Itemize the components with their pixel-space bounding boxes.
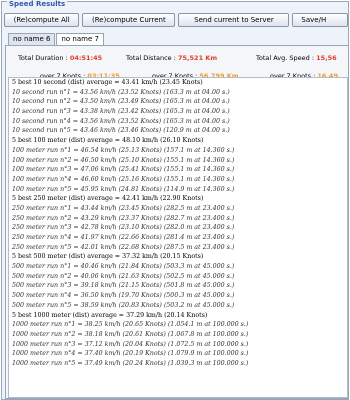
results-run-line: 250 meter run n°4 = 41.97 km/h (22.66 Kn…: [12, 234, 235, 241]
results-run-line: 250 meter run n°1 = 43.44 km/h (23.45 Kn…: [12, 204, 235, 212]
results-run-line: 10 second run n°4 = 43.56 km/h (23.52 Kn…: [12, 117, 230, 125]
tab-content: Total Duration : 04:51:45 Total Distance…: [5, 45, 349, 399]
results-run-line: 1000 meter run n°3 = 37.12 km/h (20.04 K…: [12, 340, 249, 348]
results-run-line: 100 meter run n°5 = 45.95 km/h (24.81 Kn…: [12, 185, 235, 193]
speed-results-panel: Speed Results (Re)compute All (Re)comput…: [1, 0, 349, 400]
toolbar: (Re)compute All (Re)compute Current Send…: [4, 13, 348, 28]
stats-summary: Total Duration : 04:51:45 Total Distance…: [6, 46, 348, 80]
tab-bar: no name 6 no name 7: [8, 33, 105, 46]
results-run-line: 100 meter run n°3 = 47.06 km/h (25.41 Kn…: [12, 166, 235, 174]
total-avg-speed-value: 15,56: [316, 54, 337, 62]
results-run-line: 500 meter run n°5 = 38.59 km/h (20.83 Kn…: [12, 301, 235, 309]
results-group-header: 5 best 250 meter (dist) average = 42.41 …: [12, 195, 204, 203]
total-duration-label: Total Duration :: [18, 54, 68, 62]
results-group-header: 5 best 500 meter (dist) average = 37.32 …: [12, 253, 204, 261]
total-distance: Total Distance : 75,521 Km: [126, 54, 217, 62]
panel-title: Speed Results: [7, 0, 68, 8]
results-run-line: 100 meter run n°2 = 46.50 km/h (25.10 Kn…: [12, 156, 235, 164]
results-group-header: 5 best 10 second (dist) average = 43.41 …: [12, 79, 203, 86]
results-run-line: 250 meter run n°3 = 42.78 km/h (23.10 Kn…: [12, 224, 235, 232]
results-run-line: 500 meter run n°4 = 36.50 km/h (19.70 Kn…: [12, 292, 235, 300]
results-run-line: 1000 meter run n°5 = 37.49 km/h (20.24 K…: [12, 359, 249, 367]
results-run-line: 100 meter run n°1 = 46.54 km/h (25.13 Kn…: [12, 146, 235, 154]
results-run-line: 100 meter run n°4 = 46.60 km/h (25.16 Kn…: [12, 175, 235, 183]
results-run-line: 250 meter run n°2 = 43.29 km/h (23.37 Kn…: [12, 214, 235, 222]
total-duration-value: 04:51:45: [69, 54, 103, 62]
results-group-header: 5 best 1000 meter (dist) average = 37.29…: [12, 311, 208, 319]
results-run-line: 1000 meter run n°2 = 38.18 km/h (20.61 K…: [12, 330, 249, 338]
total-distance-value: 75,521 Km: [178, 54, 218, 62]
results-run-line: 10 second run n°2 = 43.50 km/h (23.49 Kn…: [12, 98, 230, 106]
save-button[interactable]: Save/H: [292, 13, 348, 27]
results-run-line: 10 second run n°5 = 43.46 km/h (23.46 Kn…: [12, 127, 230, 135]
results-text-area[interactable]: 5 best 10 second (dist) average = 43.41 …: [8, 77, 348, 398]
recompute-all-button[interactable]: (Re)compute All: [4, 13, 80, 27]
total-distance-label: Total Distance :: [126, 54, 176, 62]
send-to-server-button[interactable]: Send current to Server: [178, 13, 290, 27]
total-duration: Total Duration : 04:51:45: [18, 54, 102, 62]
results-run-line: 500 meter run n°3 = 39.18 km/h (21.15 Kn…: [12, 282, 235, 290]
results-run-line: 250 meter run n°5 = 42.01 km/h (22.68 Kn…: [12, 243, 235, 251]
total-avg-speed-label: Total Avg. Speed :: [256, 54, 315, 62]
tab-no-name-6[interactable]: no name 6: [8, 33, 56, 45]
results-run-line: 1000 meter run n°1 = 38.25 km/h (20.65 K…: [12, 321, 249, 329]
results-run-line: 1000 meter run n°4 = 37.40 km/h (20.19 K…: [12, 350, 249, 358]
results-run-line: 500 meter run n°1 = 40.46 km/h (21.84 Kn…: [12, 263, 235, 271]
results-run-line: 10 second run n°1 = 43.56 km/h (23.52 Kn…: [12, 88, 230, 96]
total-avg-speed: Total Avg. Speed : 15,56: [256, 54, 337, 62]
results-run-line: 500 meter run n°2 = 40.06 km/h (21.63 Kn…: [12, 272, 235, 280]
recompute-current-button[interactable]: (Re)compute Current: [82, 13, 176, 27]
results-run-line: 10 second run n°3 = 43.38 km/h (23.42 Kn…: [12, 108, 230, 116]
results-group-header: 5 best 100 meter (dist) average = 48.10 …: [12, 137, 204, 145]
